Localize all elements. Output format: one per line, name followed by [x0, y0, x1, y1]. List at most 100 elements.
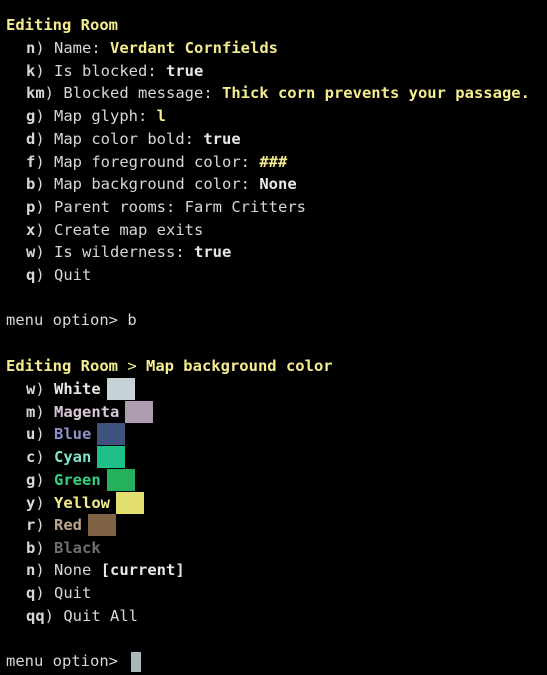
option-quit-all[interactable]: qq) Quit All	[6, 605, 138, 628]
option-value: l	[156, 107, 167, 126]
color-option-magenta[interactable]: m) Magenta	[6, 400, 154, 424]
color-name: Cyan	[54, 448, 92, 467]
option-key: f	[26, 152, 36, 171]
menu-option-x[interactable]: x) Create map exits	[6, 219, 203, 242]
option-value: true	[194, 243, 232, 262]
option-key: y	[26, 493, 36, 512]
menu-option-w[interactable]: w) Is wilderness: true	[6, 241, 231, 264]
option-label: Parent rooms:	[54, 197, 185, 216]
terminal-window: Editing Room n) Name: Verdant Cornfields…	[0, 0, 547, 675]
option-paren: )	[35, 220, 55, 239]
color-name: Blue	[54, 425, 92, 444]
option-value: Farm Critters	[184, 197, 306, 216]
option-paren: )	[35, 402, 55, 421]
color-option-green[interactable]: g) Green	[6, 468, 135, 492]
option-label: Map color bold:	[54, 129, 204, 148]
color-option-red[interactable]: r) Red	[6, 514, 117, 537]
option-key: g	[26, 470, 36, 489]
text-cursor[interactable]	[131, 651, 142, 672]
option-paren: )	[35, 266, 55, 284]
color-option-blue[interactable]: u) Blue	[6, 423, 126, 446]
option-label: Map background color:	[54, 175, 260, 194]
prompt-label: menu option>	[6, 652, 128, 670]
option-paren: )	[35, 107, 55, 126]
color-swatch	[116, 491, 145, 514]
option-paren: )	[35, 243, 55, 262]
menu-option-n[interactable]: n) Name: Verdant Cornfields	[6, 37, 278, 60]
menu-option-p[interactable]: p) Parent rooms: Farm Critters	[6, 196, 306, 219]
color-name: Green	[54, 470, 101, 489]
color-swatch	[106, 468, 135, 491]
option-value: ###	[259, 152, 288, 171]
color-name: White	[54, 380, 101, 398]
menu-option-g[interactable]: g) Map glyph: l	[6, 105, 166, 128]
option-key: d	[26, 129, 36, 148]
option-label: Quit	[54, 584, 92, 602]
option-value: Thick corn prevents your passage.	[221, 84, 530, 103]
option-label: None	[54, 561, 101, 579]
color-option-white[interactable]: w) White	[6, 378, 135, 401]
option-label: Map glyph:	[54, 107, 157, 126]
option-paren: )	[35, 584, 55, 602]
option-key: g	[26, 107, 36, 126]
option-value: true	[203, 129, 241, 148]
color-swatch	[97, 446, 126, 469]
option-paren: )	[35, 175, 55, 194]
color-name: Magenta	[54, 402, 120, 421]
prompt-label: menu option>	[6, 311, 128, 329]
option-label: Create map exits	[54, 220, 204, 239]
option-key: b	[26, 175, 36, 194]
option-key: n	[26, 561, 36, 579]
option-key: x	[26, 220, 36, 239]
color-name: Yellow	[54, 493, 111, 512]
option-paren: )	[35, 493, 55, 512]
option-key: km	[26, 84, 45, 103]
option-label: Quit All	[63, 607, 138, 625]
color-name: Red	[54, 516, 83, 535]
option-paren: )	[35, 448, 55, 467]
option-key: w	[26, 380, 36, 398]
menu-option-b[interactable]: b) Map background color: None	[6, 173, 297, 196]
color-swatch	[88, 514, 117, 537]
prompt-input-value[interactable]: b	[127, 311, 136, 329]
option-label: Blocked message:	[63, 84, 222, 103]
color-option-yellow[interactable]: y) Yellow	[6, 491, 145, 515]
color-swatch	[125, 400, 154, 423]
option-key: n	[26, 39, 36, 57]
option-value: true	[166, 61, 204, 80]
color-menu-title: Editing Room > Map background color	[6, 355, 333, 378]
option-key: w	[26, 243, 36, 262]
option-key: u	[26, 425, 36, 444]
menu-option-k[interactable]: k) Is blocked: true	[6, 60, 203, 83]
option-key: r	[26, 516, 36, 535]
option-paren: )	[35, 561, 55, 579]
current-tag: [current]	[100, 561, 185, 579]
option-none[interactable]: n) None [current]	[6, 559, 185, 582]
menu-prompt-2[interactable]: menu option>	[6, 650, 142, 673]
color-swatch	[106, 378, 135, 400]
option-key: qq	[26, 607, 45, 625]
option-paren: )	[35, 516, 55, 535]
option-paren: )	[35, 470, 55, 489]
option-key: q	[26, 584, 36, 602]
option-value: Verdant Cornfields	[110, 39, 278, 57]
menu-option-d[interactable]: d) Map color bold: true	[6, 128, 241, 151]
option-label: Is wilderness:	[54, 243, 194, 262]
menu-option-km[interactable]: km) Blocked message: Thick corn prevents…	[6, 82, 530, 105]
option-paren: )	[35, 538, 55, 557]
color-option-black[interactable]: b) Black	[6, 537, 101, 560]
option-paren: )	[35, 425, 55, 444]
menu-prompt-1: menu option> b	[6, 309, 137, 332]
menu-option-f[interactable]: f) Map foreground color: ###	[6, 151, 287, 174]
option-paren: )	[35, 152, 55, 171]
option-key: m	[26, 402, 36, 421]
option-paren: )	[44, 607, 64, 625]
color-option-cyan[interactable]: c) Cyan	[6, 446, 126, 469]
option-label: Is blocked:	[54, 61, 166, 80]
option-key: k	[26, 61, 36, 80]
option-quit[interactable]: q) Quit	[6, 582, 91, 605]
option-paren: )	[35, 380, 55, 398]
option-paren: )	[35, 61, 55, 80]
option-label: Map foreground color:	[54, 152, 260, 171]
menu-option-q[interactable]: q) Quit	[6, 264, 91, 287]
